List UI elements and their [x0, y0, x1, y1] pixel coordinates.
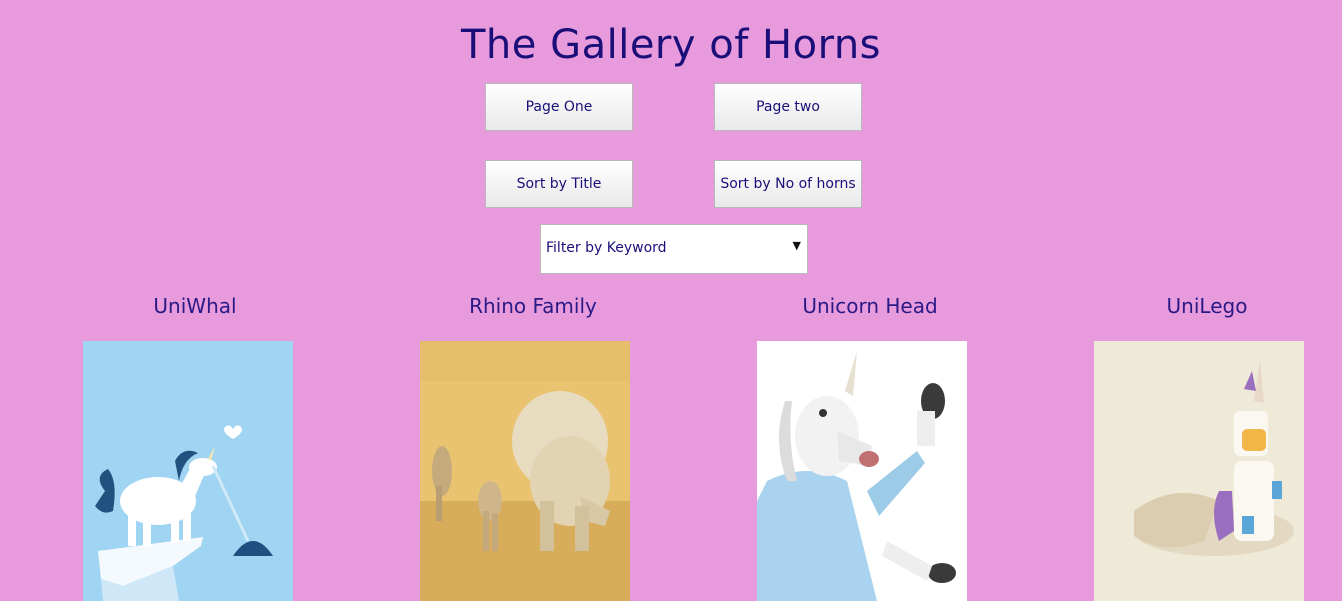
card-title-unicorn-head: Unicorn Head [802, 294, 938, 318]
lego-unicorn-figure-photo [1094, 341, 1304, 601]
rhino-family-photo [420, 341, 630, 601]
page-two-button[interactable]: Page two [714, 83, 862, 131]
chevron-down-icon: ▼ [792, 239, 801, 252]
unicorn-narwhal-illustration [83, 341, 293, 601]
card-image-unilego[interactable] [1094, 341, 1304, 601]
card-title-uniwhal: UniWhal [153, 294, 237, 318]
sort-by-title-button[interactable]: Sort by Title [485, 160, 633, 208]
card-image-rhino-family[interactable] [420, 341, 630, 601]
keyword-filter-value: Filter by Keyword [546, 240, 667, 256]
unicorn-mask-person-photo [757, 341, 967, 601]
card-image-unicorn-head[interactable] [757, 341, 967, 601]
card-image-uniwhal[interactable] [83, 341, 293, 601]
keyword-filter-select[interactable]: Filter by Keyword ▼ [540, 224, 808, 274]
sort-by-horns-button[interactable]: Sort by No of horns [714, 160, 862, 208]
card-title-rhino-family: Rhino Family [469, 294, 597, 318]
page-one-button[interactable]: Page One [485, 83, 633, 131]
page-title: The Gallery of Horns [460, 22, 882, 68]
card-title-unilego: UniLego [1166, 294, 1248, 318]
